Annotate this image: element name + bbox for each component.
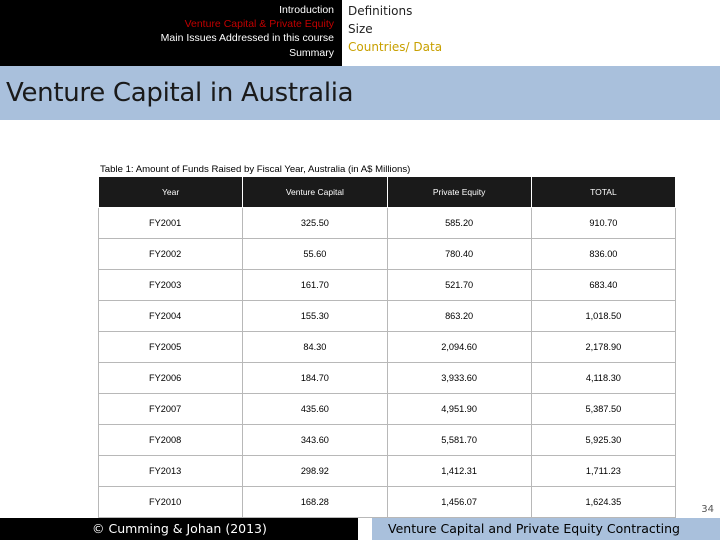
- table-row: FY2001 325.50 585.20 910.70: [97, 207, 677, 239]
- cell-venture-capital: 435.60: [242, 393, 388, 425]
- column-header-venture-capital: Venture Capital: [242, 176, 388, 208]
- nav-item-main-issues[interactable]: Main Issues Addressed in this course: [161, 31, 334, 45]
- footer-course-title: Venture Capital and Private Equity Contr…: [372, 518, 720, 540]
- table-row: FY2006 184.70 3,933.60 4,118.30: [97, 362, 677, 394]
- subnav-item-countries-data[interactable]: Countries/ Data: [348, 38, 442, 56]
- cell-venture-capital: 55.60: [242, 238, 388, 270]
- cell-private-equity: 521.70: [386, 269, 532, 301]
- cell-year: FY2005: [97, 331, 244, 363]
- cell-total: 2,178.90: [530, 331, 677, 363]
- footer-copyright-text: © Cumming & Johan (2013): [92, 521, 267, 536]
- table-row: FY2013 298.92 1,412.31 1,711.23: [97, 455, 677, 487]
- column-header-total: TOTAL: [530, 176, 677, 208]
- cell-year: FY2010: [97, 486, 244, 518]
- sub-nav: Definitions Size Countries/ Data: [348, 2, 442, 56]
- cell-private-equity: 863.20: [386, 300, 532, 332]
- table-caption: Table 1: Amount of Funds Raised by Fisca…: [100, 164, 411, 175]
- cell-venture-capital: 161.70: [242, 269, 388, 301]
- cell-year: FY2004: [97, 300, 244, 332]
- footer-copyright: © Cumming & Johan (2013): [0, 518, 358, 540]
- cell-total: 836.00: [530, 238, 677, 270]
- cell-private-equity: 3,933.60: [386, 362, 532, 394]
- cell-total: 910.70: [530, 207, 677, 239]
- cell-total: 4,118.30: [530, 362, 677, 394]
- cell-year: FY2002: [97, 238, 244, 270]
- table-row: FY2004 155.30 863.20 1,018.50: [97, 300, 677, 332]
- cell-private-equity: 585.20: [386, 207, 532, 239]
- nav-item-venture-capital-private-equity[interactable]: Venture Capital & Private Equity: [185, 17, 334, 31]
- footer-course-title-text: Venture Capital and Private Equity Contr…: [388, 521, 680, 536]
- cell-venture-capital: 343.60: [242, 424, 388, 456]
- cell-private-equity: 2,094.60: [386, 331, 532, 363]
- slide-number: 34: [701, 504, 714, 515]
- cell-private-equity: 1,412.31: [386, 455, 532, 487]
- column-header-year: Year: [97, 176, 244, 208]
- cell-year: FY2007: [97, 393, 244, 425]
- column-header-private-equity: Private Equity: [386, 176, 532, 208]
- cell-total: 5,387.50: [530, 393, 677, 425]
- page-title: Venture Capital in Australia: [6, 78, 354, 108]
- cell-private-equity: 1,456.07: [386, 486, 532, 518]
- cell-venture-capital: 325.50: [242, 207, 388, 239]
- cell-year: FY2003: [97, 269, 244, 301]
- cell-total: 5,925.30: [530, 424, 677, 456]
- table-row: FY2010 168.28 1,456.07 1,624.35: [97, 486, 677, 518]
- cell-year: FY2013: [97, 455, 244, 487]
- table-row: FY2002 55.60 780.40 836.00: [97, 238, 677, 270]
- cell-total: 1,018.50: [530, 300, 677, 332]
- title-band: Venture Capital in Australia: [0, 66, 720, 120]
- section-nav: Introduction Venture Capital & Private E…: [0, 0, 342, 66]
- funds-raised-table: Year Venture Capital Private Equity TOTA…: [97, 176, 677, 518]
- table-row: FY2007 435.60 4,951.90 5,387.50: [97, 393, 677, 425]
- nav-item-summary[interactable]: Summary: [289, 46, 334, 60]
- cell-venture-capital: 184.70: [242, 362, 388, 394]
- subnav-item-definitions[interactable]: Definitions: [348, 2, 442, 20]
- cell-total: 1,624.35: [530, 486, 677, 518]
- table-row: FY2008 343.60 5,581.70 5,925.30: [97, 424, 677, 456]
- table-row: FY2005 84.30 2,094.60 2,178.90: [97, 331, 677, 363]
- cell-venture-capital: 168.28: [242, 486, 388, 518]
- cell-year: FY2008: [97, 424, 244, 456]
- cell-private-equity: 780.40: [386, 238, 532, 270]
- cell-total: 1,711.23: [530, 455, 677, 487]
- cell-venture-capital: 84.30: [242, 331, 388, 363]
- cell-total: 683.40: [530, 269, 677, 301]
- cell-venture-capital: 298.92: [242, 455, 388, 487]
- cell-year: FY2006: [97, 362, 244, 394]
- subnav-item-size[interactable]: Size: [348, 20, 442, 38]
- cell-private-equity: 4,951.90: [386, 393, 532, 425]
- cell-year: FY2001: [97, 207, 244, 239]
- nav-item-introduction[interactable]: Introduction: [279, 3, 334, 17]
- cell-private-equity: 5,581.70: [386, 424, 532, 456]
- cell-venture-capital: 155.30: [242, 300, 388, 332]
- table-header-row: Year Venture Capital Private Equity TOTA…: [97, 176, 677, 208]
- table-row: FY2003 161.70 521.70 683.40: [97, 269, 677, 301]
